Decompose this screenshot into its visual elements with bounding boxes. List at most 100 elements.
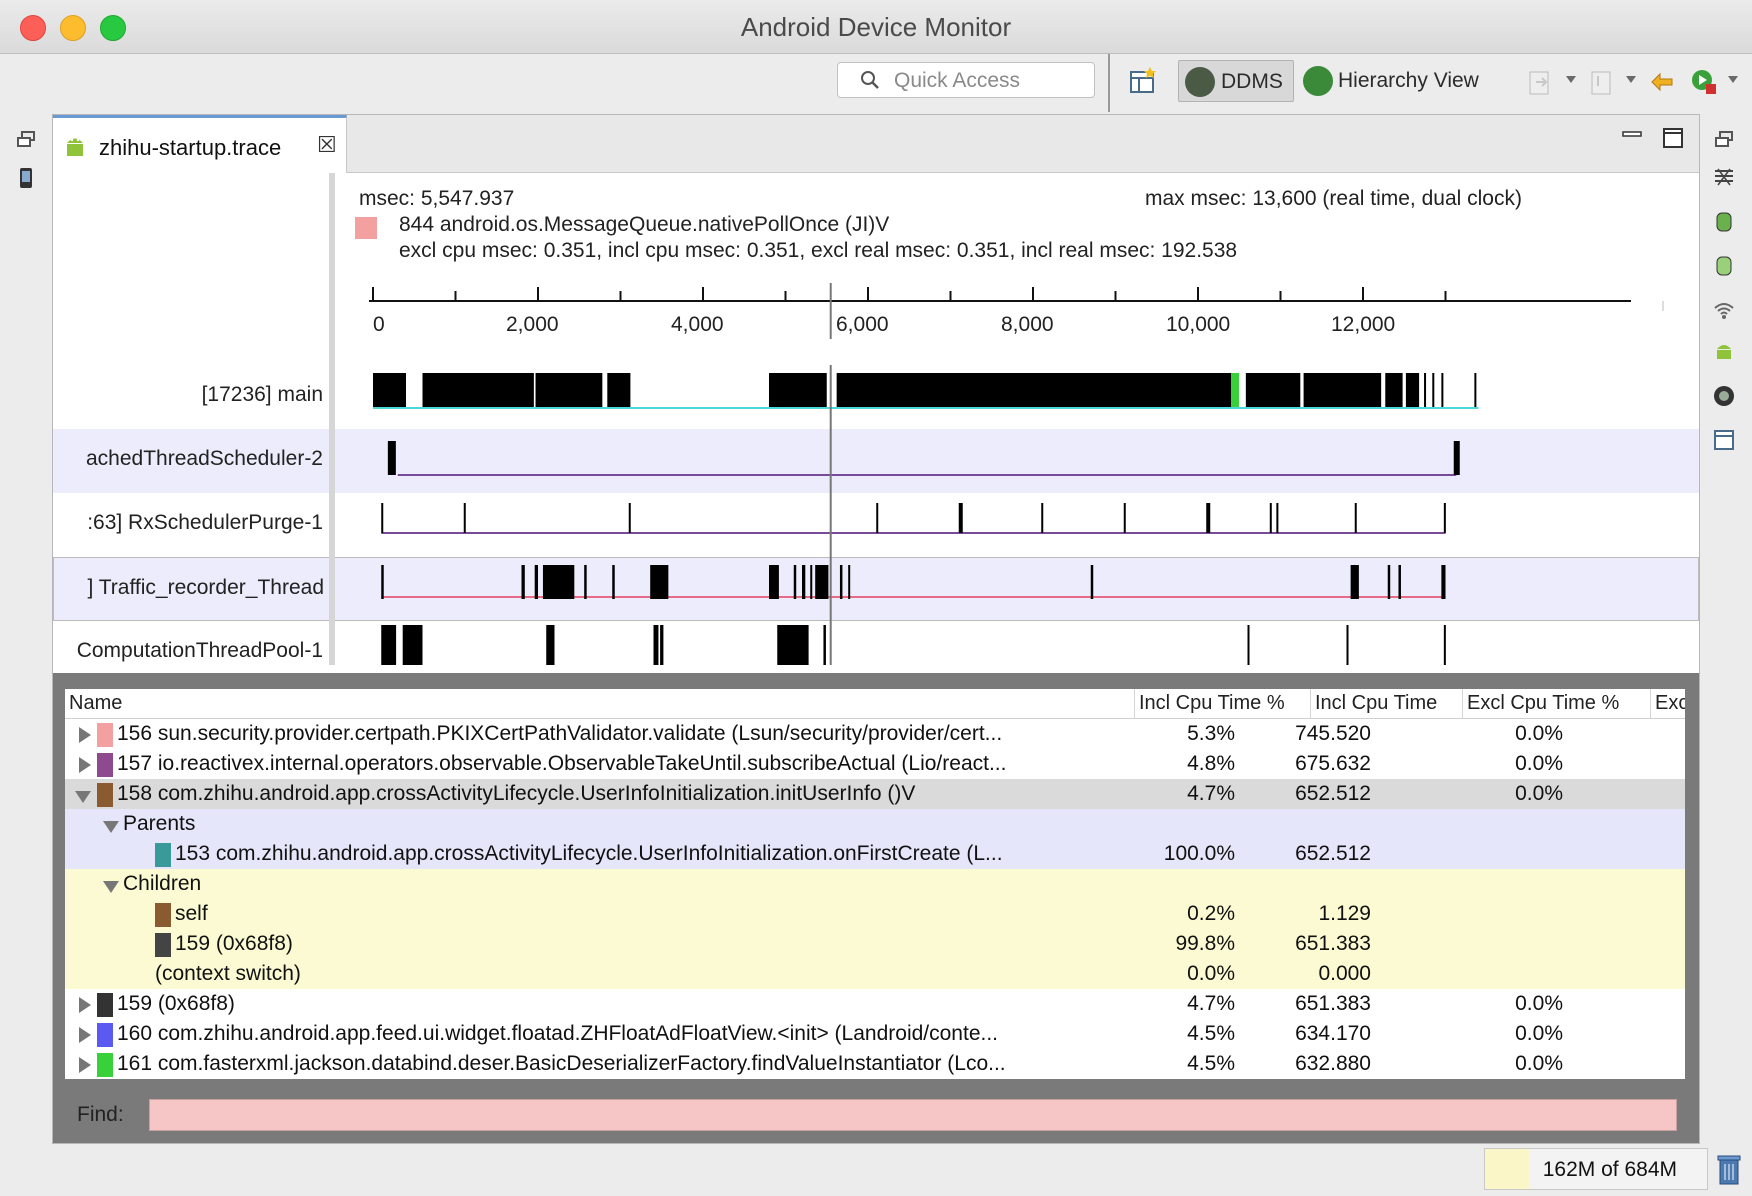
cell-incl-pct: 4.5%: [1187, 1022, 1235, 1045]
chevron-right-icon[interactable]: [79, 757, 91, 773]
method-span: [463, 503, 466, 533]
table-row[interactable]: 158 com.zhihu.android.app.crossActivityL…: [65, 779, 1685, 809]
quick-access-input[interactable]: Quick Access: [837, 62, 1095, 98]
cell-excl-pct: 0.0%: [1515, 782, 1563, 805]
table-row[interactable]: 160 com.zhihu.android.app.feed.ui.widget…: [65, 1019, 1685, 1049]
method-span: [810, 565, 813, 599]
right-trim-stack: [1700, 114, 1752, 1114]
emulator-control-icon[interactable]: [1712, 428, 1736, 452]
left-trim-stack: [0, 114, 52, 1196]
android-icon[interactable]: [1712, 340, 1736, 364]
minimize-icon[interactable]: [1621, 127, 1643, 147]
method-color-swatch: [155, 933, 171, 957]
method-name: 160 com.zhihu.android.app.feed.ui.widget…: [117, 1022, 998, 1045]
thread-activity-chart: [373, 365, 1479, 665]
column-header-incl-cpu[interactable]: Incl Cpu Time: [1311, 689, 1463, 719]
network-statistics-icon[interactable]: [1712, 298, 1736, 322]
chevron-right-icon[interactable]: [79, 1027, 91, 1043]
column-header-excl-cpu[interactable]: Exc: [1651, 689, 1685, 719]
restore-icon[interactable]: [16, 128, 40, 152]
title-bar: Android Device Monitor: [0, 0, 1752, 54]
run-icon[interactable]: [1690, 68, 1718, 96]
perspective-ddms-button[interactable]: DDMS: [1178, 60, 1294, 102]
method-span: [1206, 503, 1211, 533]
open-perspective-icon[interactable]: [1128, 66, 1158, 96]
cell-excl-pct: 0.0%: [1515, 1052, 1563, 1075]
chevron-down-icon[interactable]: [1626, 76, 1636, 83]
cell-incl-pct: 100.0%: [1163, 842, 1235, 865]
method-span: [836, 373, 1238, 407]
find-input[interactable]: [149, 1099, 1677, 1131]
method-span: [1303, 373, 1382, 407]
axis-tick-label: 6,000: [836, 313, 889, 336]
method-color-swatch: [97, 783, 113, 807]
method-span: [769, 373, 827, 407]
find-label: Find:: [77, 1103, 124, 1126]
column-header-excl-cpu-pct[interactable]: Excl Cpu Time %: [1463, 689, 1651, 719]
table-row[interactable]: 159 (0x68f8) 4.7% 651.383 0.0%: [65, 989, 1685, 1019]
trace-editor: zhihu-startup.trace ☒ msec: 5,547.937 ma…: [52, 114, 1700, 1144]
method-color-swatch: [97, 993, 113, 1017]
sysinfo-icon[interactable]: [1712, 384, 1736, 408]
back-arrow-icon[interactable]: [1648, 68, 1676, 96]
method-span: [1276, 503, 1279, 533]
method-span: [612, 565, 615, 599]
threads-icon[interactable]: [1712, 166, 1736, 190]
chevron-down-icon[interactable]: [1566, 76, 1576, 83]
chevron-down-icon[interactable]: [103, 881, 119, 893]
method-name: 159 (0x68f8): [175, 932, 293, 955]
table-row[interactable]: 157 io.reactivex.internal.operators.obse…: [65, 749, 1685, 779]
device-icon[interactable]: [14, 166, 38, 190]
chevron-down-icon[interactable]: [103, 821, 119, 833]
maximize-icon[interactable]: [1662, 127, 1684, 149]
export-icon[interactable]: [1526, 68, 1554, 96]
table-row[interactable]: (context switch) 0.0% 0.000: [65, 959, 1685, 989]
method-span: [1453, 441, 1460, 475]
cell-incl-pct: 5.3%: [1187, 722, 1235, 745]
allocation-tracker-icon[interactable]: [1712, 254, 1736, 278]
method-color-swatch: [155, 903, 171, 927]
method-span: [584, 565, 587, 599]
method-name: 157 io.reactivex.internal.operators.obse…: [117, 752, 1007, 775]
method-color-swatch: [97, 723, 113, 747]
table-row[interactable]: 159 (0x68f8) 99.8% 651.383: [65, 929, 1685, 959]
chevron-down-icon[interactable]: [75, 791, 91, 803]
table-row[interactable]: 153 com.zhihu.android.app.crossActivityL…: [65, 839, 1685, 869]
table-row[interactable]: 156 sun.security.provider.certpath.PKIXC…: [65, 719, 1685, 749]
restore-icon[interactable]: [1714, 128, 1738, 152]
import-icon[interactable]: [1588, 68, 1616, 96]
method-color-swatch: [97, 1023, 113, 1047]
method-span: [1123, 503, 1126, 533]
trash-icon[interactable]: [1716, 1152, 1742, 1186]
method-span: [402, 625, 423, 665]
method-span: [381, 565, 384, 599]
method-span: [1041, 503, 1044, 533]
method-span: [422, 373, 534, 407]
table-row[interactable]: self 0.2% 1.129: [65, 899, 1685, 929]
column-header-incl-cpu-pct[interactable]: Incl Cpu Time %: [1135, 689, 1311, 719]
chevron-right-icon[interactable]: [79, 727, 91, 743]
method-span: [653, 625, 659, 665]
close-icon[interactable]: ☒: [317, 132, 337, 158]
column-header-name[interactable]: Name: [65, 689, 1135, 719]
cell-incl: 652.512: [1295, 782, 1371, 805]
tab-trace-file[interactable]: zhihu-startup.trace ☒: [53, 115, 347, 173]
tree-group-row[interactable]: Parents: [65, 809, 1685, 839]
method-name: (context switch): [155, 962, 301, 985]
quick-access-placeholder: Quick Access: [894, 69, 1021, 92]
tree-group-row[interactable]: Children: [65, 869, 1685, 899]
axis-tick-label: 8,000: [1001, 313, 1054, 336]
table-row[interactable]: 161 com.fasterxml.jackson.databind.deser…: [65, 1049, 1685, 1079]
axis-tick-label: 4,000: [671, 313, 724, 336]
heap-icon[interactable]: [1712, 210, 1736, 234]
chevron-right-icon[interactable]: [79, 1057, 91, 1073]
heap-status-text: 162M of 684M: [1542, 1158, 1677, 1181]
chevron-down-icon[interactable]: [1728, 76, 1738, 83]
chevron-right-icon[interactable]: [79, 997, 91, 1013]
hierarchy-view-icon[interactable]: [1303, 66, 1333, 96]
perspective-hierarchy-view-label[interactable]: Hierarchy View: [1338, 69, 1479, 93]
ddms-icon: [1185, 67, 1215, 97]
tab-title: zhihu-startup.trace: [99, 135, 282, 160]
method-span: [1424, 373, 1427, 407]
method-span: [387, 441, 396, 475]
